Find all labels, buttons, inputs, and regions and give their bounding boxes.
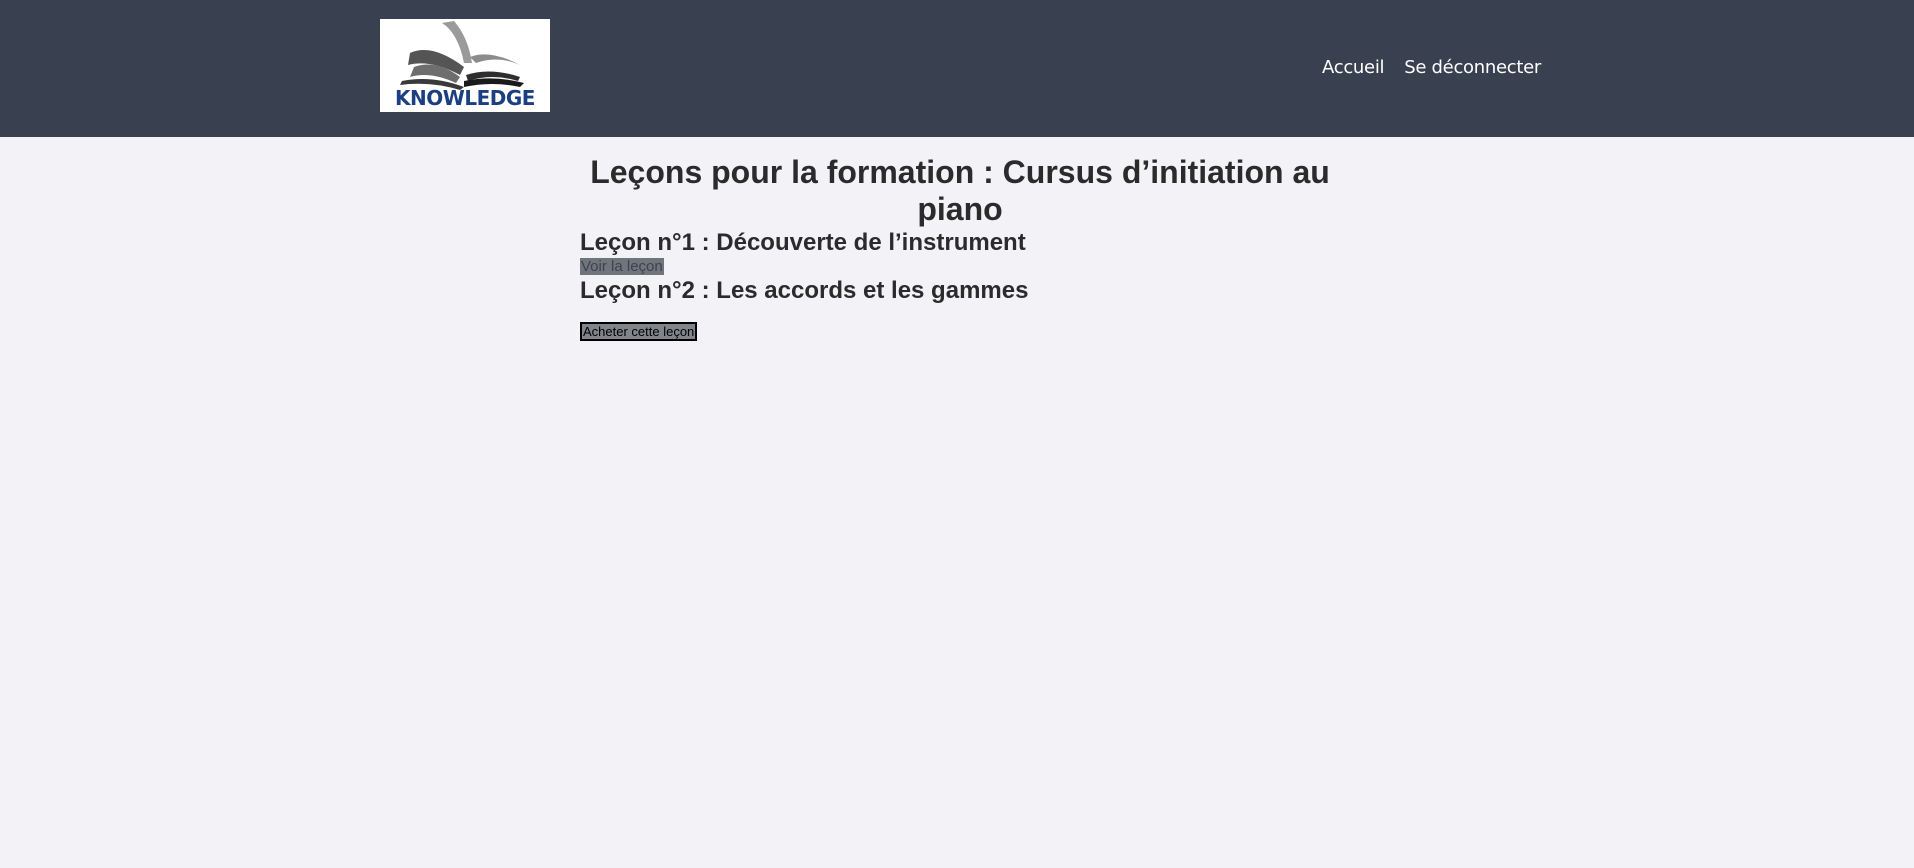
buy-lesson-button[interactable]: Acheter cette leçon bbox=[580, 322, 698, 341]
knowledge-logo[interactable]: KNOWLEDGE bbox=[380, 19, 550, 112]
open-book-icon bbox=[400, 21, 524, 90]
logo-text: KNOWLEDGE bbox=[395, 86, 535, 110]
nav-link-home[interactable]: Accueil bbox=[1322, 57, 1384, 78]
site-header: KNOWLEDGE Accueil Se déconnecter bbox=[0, 0, 1914, 137]
lesson-item: Leçon n°1 : Découverte de l’instrument V… bbox=[580, 228, 1340, 276]
view-lesson-link[interactable]: Voir la leçon bbox=[580, 258, 664, 275]
lesson-title: Leçon n°1 : Découverte de l’instrument bbox=[580, 229, 1026, 256]
nav-link-logout[interactable]: Se déconnecter bbox=[1404, 57, 1541, 78]
lesson-item: Leçon n°2 : Les accords et les gammes Ac… bbox=[580, 276, 1340, 341]
main-content: Leçons pour la formation : Cursus d’init… bbox=[580, 137, 1340, 341]
lesson-title: Leçon n°2 : Les accords et les gammes bbox=[580, 277, 1029, 304]
main-nav: Accueil Se déconnecter bbox=[1322, 57, 1541, 78]
page-title: Leçons pour la formation : Cursus d’init… bbox=[590, 154, 1330, 227]
